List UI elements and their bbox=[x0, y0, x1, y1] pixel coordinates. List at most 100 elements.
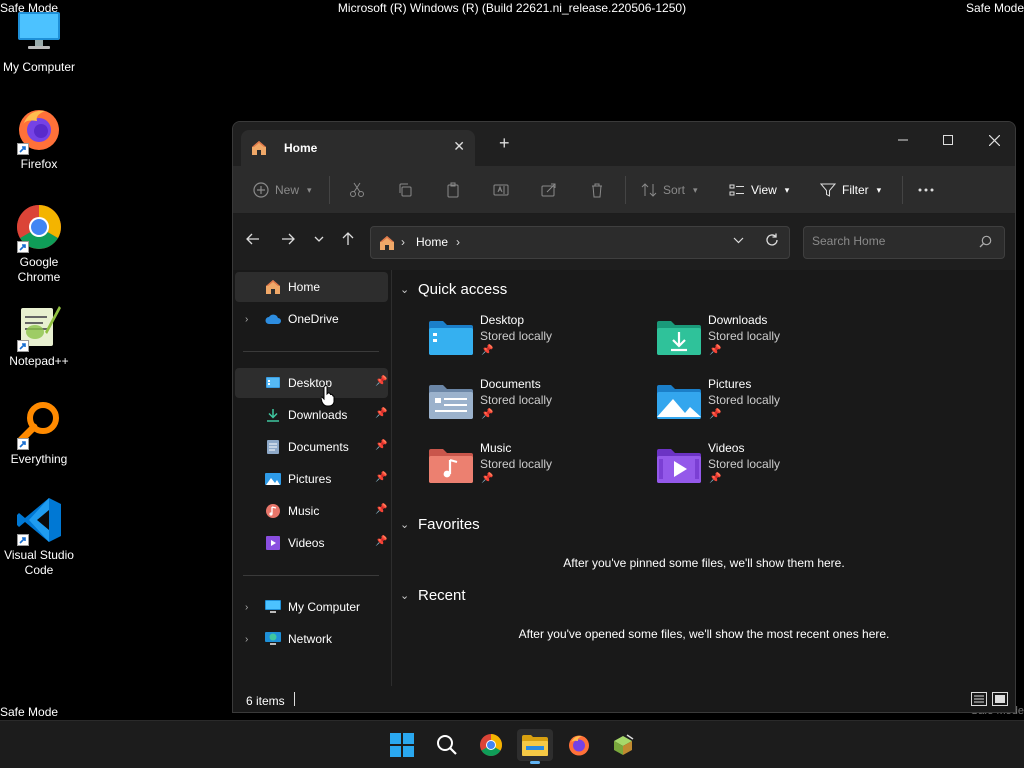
quick-access-item-desktop[interactable]: Desktop Stored locally 📌 bbox=[429, 313, 639, 369]
desktop-icon-label: Notepad++ bbox=[9, 354, 69, 368]
everything-search-icon bbox=[15, 400, 63, 450]
desktop-icon-vscode[interactable]: Visual Studio Code bbox=[0, 496, 78, 578]
pin-icon[interactable]: 📌 bbox=[375, 504, 387, 515]
sidebar-item-home[interactable]: Home bbox=[235, 272, 388, 302]
item-location: Stored locally bbox=[480, 457, 553, 471]
sidebar-item-network[interactable]: › Network bbox=[235, 624, 388, 654]
new-button[interactable]: New ▾ bbox=[253, 178, 312, 202]
sidebar-item-label: Network bbox=[288, 632, 333, 646]
taskbar-firefox[interactable] bbox=[561, 729, 597, 761]
tab-home[interactable]: Home ✕ bbox=[241, 130, 475, 166]
pin-icon[interactable]: 📌 bbox=[375, 408, 387, 419]
desktop-icon-my-computer[interactable]: My Computer bbox=[0, 8, 78, 75]
address-history-dropdown-icon[interactable] bbox=[733, 235, 744, 247]
chevron-right-icon[interactable]: › bbox=[245, 314, 248, 325]
chevron-right-icon[interactable]: › bbox=[401, 235, 405, 249]
filter-button[interactable]: Filter ▾ bbox=[820, 178, 881, 202]
section-title: Favorites bbox=[418, 516, 480, 533]
refresh-icon[interactable] bbox=[765, 233, 779, 251]
taskbar-search-button[interactable] bbox=[429, 729, 465, 761]
favorites-header[interactable]: ⌄ Favorites bbox=[400, 516, 480, 533]
item-name: Music bbox=[480, 441, 512, 455]
item-name: Downloads bbox=[708, 313, 768, 327]
search-input[interactable] bbox=[812, 234, 972, 248]
search-icon[interactable] bbox=[979, 235, 992, 251]
taskbar bbox=[0, 720, 1024, 768]
up-arrow-icon[interactable] bbox=[341, 232, 355, 251]
chevron-down-icon[interactable]: ⌄ bbox=[400, 283, 412, 296]
back-arrow-icon[interactable] bbox=[246, 232, 260, 251]
address-bar[interactable]: › Home › bbox=[370, 226, 790, 259]
taskbar-chrome[interactable] bbox=[473, 729, 509, 761]
recent-header[interactable]: ⌄ Recent bbox=[400, 587, 466, 604]
quick-access-item-pictures[interactable]: Pictures Stored locally 📌 bbox=[657, 377, 867, 433]
desktop-icon-firefox[interactable]: Firefox bbox=[0, 105, 78, 172]
view-icon bbox=[729, 184, 744, 196]
quick-access-item-videos[interactable]: Videos Stored locally 📌 bbox=[657, 441, 867, 497]
sidebar-item-music[interactable]: Music 📌 bbox=[235, 496, 388, 526]
pin-icon: 📌 bbox=[481, 345, 494, 356]
chevron-down-icon[interactable]: ⌄ bbox=[400, 589, 412, 602]
tiles-view-icon[interactable] bbox=[992, 692, 1008, 709]
chevron-right-icon[interactable]: › bbox=[456, 235, 460, 249]
taskbar-file-explorer[interactable] bbox=[517, 729, 553, 764]
chevron-right-icon[interactable]: › bbox=[245, 602, 248, 613]
command-bar: New ▾ Sort ▾ View ▾ Filter ▾ bbox=[233, 166, 1015, 214]
quick-access-item-downloads[interactable]: Downloads Stored locally 📌 bbox=[657, 313, 867, 369]
view-button[interactable]: View ▾ bbox=[729, 178, 789, 202]
paste-button[interactable] bbox=[445, 178, 461, 202]
chevron-down-icon[interactable]: ⌄ bbox=[400, 518, 412, 531]
quick-access-header[interactable]: ⌄ Quick access bbox=[400, 281, 507, 298]
safe-mode-label: Safe Mode bbox=[965, 1, 1024, 15]
breadcrumb-home[interactable]: Home bbox=[416, 235, 448, 249]
pin-icon[interactable]: 📌 bbox=[375, 536, 387, 547]
more-options-button[interactable] bbox=[917, 178, 935, 202]
sidebar-item-pictures[interactable]: Pictures 📌 bbox=[235, 464, 388, 494]
sidebar-item-my-computer[interactable]: › My Computer bbox=[235, 592, 388, 622]
quick-access-item-music[interactable]: Music Stored locally 📌 bbox=[429, 441, 639, 497]
desktop-icon-notepadpp[interactable]: Notepad++ bbox=[0, 302, 78, 369]
rename-icon bbox=[493, 184, 509, 196]
item-location: Stored locally bbox=[708, 393, 781, 407]
sidebar-item-videos[interactable]: Videos 📌 bbox=[235, 528, 388, 558]
desktop-icon-everything[interactable]: Everything bbox=[0, 400, 78, 467]
item-name: Desktop bbox=[480, 313, 525, 327]
quick-access-item-documents[interactable]: Documents Stored locally 📌 bbox=[429, 377, 639, 433]
sidebar-item-documents[interactable]: Documents 📌 bbox=[235, 432, 388, 462]
pictures-icon bbox=[265, 472, 281, 486]
sort-button[interactable]: Sort ▾ bbox=[641, 178, 698, 202]
view-label: View bbox=[751, 183, 777, 197]
forward-arrow-icon[interactable] bbox=[281, 232, 295, 251]
pin-icon: 📌 bbox=[709, 409, 722, 420]
sidebar-item-desktop[interactable]: Desktop 📌 bbox=[235, 368, 388, 398]
close-window-button[interactable] bbox=[974, 126, 1014, 154]
title-bar: Home ✕ + bbox=[233, 122, 1015, 166]
maximize-button[interactable] bbox=[928, 126, 968, 154]
sidebar-item-label: Music bbox=[288, 504, 320, 518]
search-box[interactable] bbox=[803, 226, 1005, 259]
minimize-button[interactable] bbox=[883, 126, 923, 154]
desktop-icon-chrome[interactable]: Google Chrome bbox=[0, 203, 78, 285]
pin-icon[interactable]: 📌 bbox=[375, 440, 387, 451]
music-folder-icon bbox=[429, 447, 473, 483]
sidebar-item-onedrive[interactable]: › OneDrive bbox=[235, 304, 388, 334]
copy-button[interactable] bbox=[397, 178, 413, 202]
start-button[interactable] bbox=[384, 729, 420, 761]
vscode-icon bbox=[15, 496, 63, 546]
close-tab-icon[interactable]: ✕ bbox=[453, 138, 465, 155]
pin-icon[interactable]: 📌 bbox=[375, 472, 387, 483]
rename-button[interactable] bbox=[493, 178, 509, 202]
monitor-icon bbox=[265, 600, 281, 614]
pin-icon[interactable]: 📌 bbox=[375, 376, 387, 387]
taskbar-notepadpp[interactable] bbox=[605, 729, 641, 761]
new-tab-button[interactable]: + bbox=[499, 134, 510, 152]
start-icon bbox=[390, 733, 414, 757]
details-view-icon[interactable] bbox=[971, 692, 987, 709]
recent-locations-chevron-icon[interactable] bbox=[313, 232, 325, 251]
delete-button[interactable] bbox=[589, 178, 605, 202]
share-button[interactable] bbox=[541, 178, 557, 202]
chevron-right-icon[interactable]: › bbox=[245, 634, 248, 645]
sidebar-item-downloads[interactable]: Downloads 📌 bbox=[235, 400, 388, 430]
navigation-pane: Home › OneDrive Desktop 📌 Downloads 📌 Do… bbox=[233, 270, 391, 686]
cut-button[interactable] bbox=[349, 178, 365, 202]
